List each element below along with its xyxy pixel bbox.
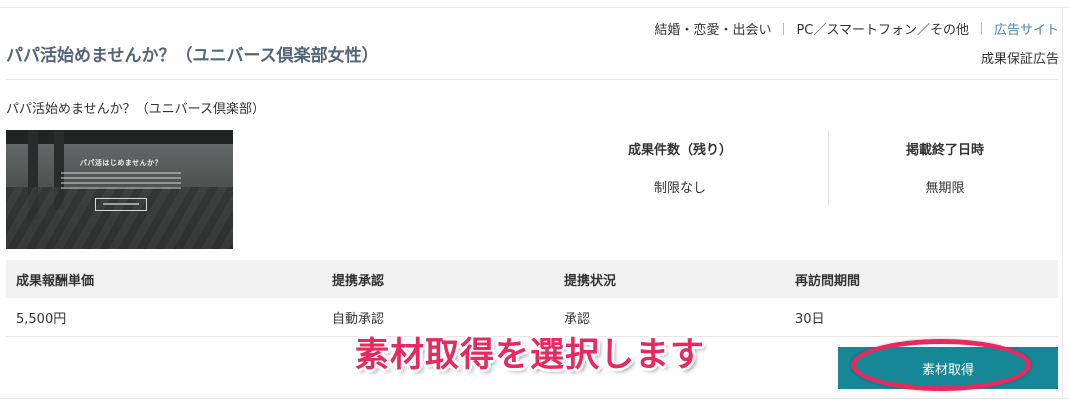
category-breadcrumb: 結婚・恋愛・出会い PC／スマートフォン／その他 広告サイト [654,19,1059,38]
table-cell: 5,500円 [16,312,67,327]
guarantee-badge: 成果保証広告 [980,52,1059,67]
banner-image: パパ活はじめませんか？ [6,130,233,249]
category-label: 結婚・恋愛・出会い [654,23,772,38]
separator [783,22,785,35]
device-label: PC／スマートフォン／その他 [796,23,969,38]
table-header [6,260,1058,298]
stat-divider [828,130,829,206]
bottom-divider [0,398,1069,399]
top-divider [0,7,1069,8]
header-divider [6,79,1058,80]
banner-text: パパ活はじめませんか？ [79,159,163,167]
page-title: パパ活始めませんか？（ユニバース倶楽部女性） [6,46,379,66]
stat-end-value: 無期限 [925,181,965,196]
column-header: 提携状況 [564,274,617,289]
highlight-ellipse [851,339,1031,391]
column-header: 成果報酬単価 [16,274,95,289]
table-cell: 自動承認 [332,312,385,327]
stat-remaining-value: 制限なし [653,181,706,196]
banner-button [95,198,147,211]
card-border [1062,7,1063,399]
separator [980,22,982,35]
column-header: 再訪問期間 [795,274,861,289]
stat-remaining-label: 成果件数（残り） [627,143,732,158]
stat-end-label: 掲載終了日時 [905,143,984,158]
ad-site-link[interactable]: 広告サイト [994,19,1059,38]
table-cell: 承認 [564,312,591,327]
annotation-callout: 素材取得を選択します [355,335,705,375]
program-subtitle: パパ活始めませんか？（ユニバース倶楽部） [6,102,265,117]
column-header: 提携承認 [332,274,385,289]
table-cell: 30日 [795,312,825,327]
